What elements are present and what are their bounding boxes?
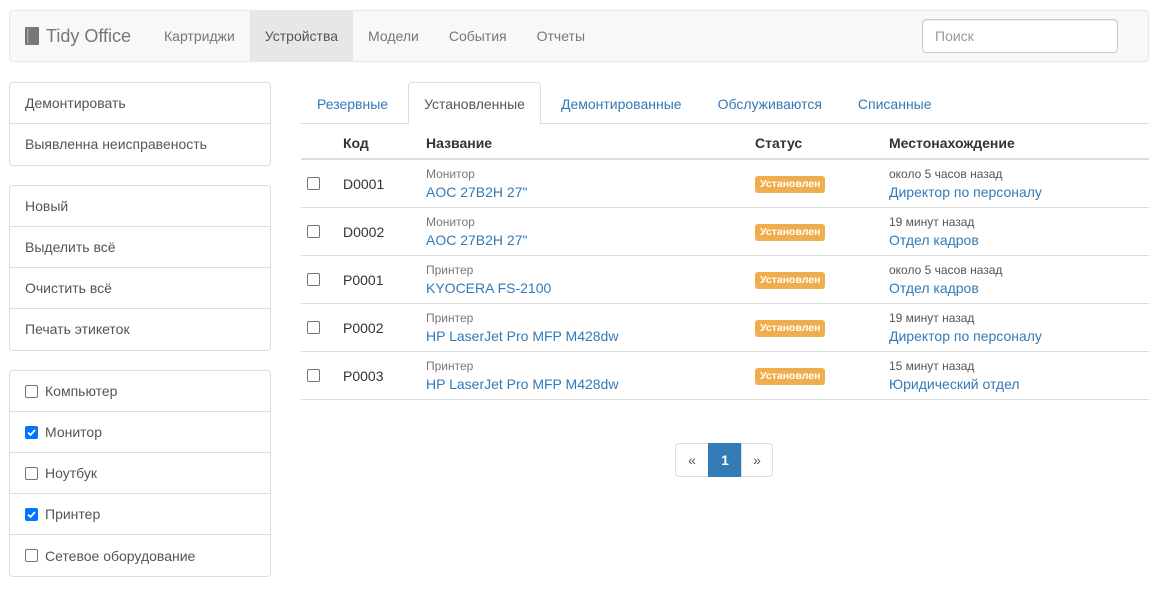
row-checkbox[interactable] bbox=[307, 177, 320, 190]
table-row: P0002 Принтер HP LaserJet Pro MFP M428dw Ус… bbox=[301, 304, 1149, 352]
filter-computer[interactable]: Компьютер bbox=[10, 371, 270, 412]
header-code: Код bbox=[343, 135, 369, 151]
device-code: P0001 bbox=[343, 272, 384, 288]
search-input[interactable] bbox=[922, 19, 1118, 53]
location-timestamp: 19 минут назад bbox=[889, 311, 975, 325]
table-header: Код Название Статус Местонахождение bbox=[301, 124, 1149, 160]
row-checkbox[interactable] bbox=[307, 225, 320, 238]
pagination: « 1 » bbox=[675, 443, 773, 477]
new-button[interactable]: Новый bbox=[10, 186, 270, 227]
location-link[interactable]: Отдел кадров bbox=[889, 232, 979, 248]
device-name-link[interactable]: KYOCERA FS-2100 bbox=[426, 280, 551, 296]
device-code: D0002 bbox=[343, 224, 385, 240]
device-type: Монитор bbox=[426, 167, 475, 181]
select-all-button[interactable]: Выделить всё bbox=[10, 227, 270, 268]
navbar: Tidy Office Картриджи Устройства Модели … bbox=[9, 10, 1149, 62]
filter-label: Принтер bbox=[45, 506, 101, 522]
check-icon bbox=[27, 428, 36, 436]
device-code: D0001 bbox=[343, 176, 385, 192]
status-badge: Установлен bbox=[755, 272, 826, 289]
location-timestamp: 19 минут назад bbox=[889, 215, 975, 229]
nav-item-reports[interactable]: Отчеты bbox=[522, 11, 600, 61]
nav-item-devices[interactable]: Устройства bbox=[249, 11, 354, 61]
nav-item-models[interactable]: Модели bbox=[353, 11, 434, 61]
table-row: P0001 Принтер KYOCERA FS-2100 Установлен око… bbox=[301, 256, 1149, 304]
device-code: P0003 bbox=[343, 368, 384, 384]
next-page-button[interactable]: » bbox=[741, 443, 773, 477]
filter-network[interactable]: Сетевое оборудование bbox=[10, 535, 270, 576]
location-link[interactable]: Директор по персоналу bbox=[889, 184, 1042, 200]
filter-label: Сетевое оборудование bbox=[45, 547, 196, 564]
clear-all-button[interactable]: Очистить всё bbox=[10, 268, 270, 309]
checkbox-checked[interactable] bbox=[25, 425, 38, 439]
commands-list: Новый Выделить всё Очистить всё Печать э… bbox=[9, 185, 271, 351]
nav-item-cartridges[interactable]: Картриджи bbox=[149, 11, 250, 61]
tab-reserve[interactable]: Резервные bbox=[301, 82, 404, 124]
location-timestamp: около 5 часов назад bbox=[889, 167, 1003, 181]
device-type: Принтер bbox=[426, 311, 474, 325]
checkbox[interactable] bbox=[25, 466, 38, 480]
device-name-link[interactable]: AOC 27B2H 27" bbox=[426, 232, 527, 248]
status-badge: Установлен bbox=[755, 224, 826, 241]
tab-dismantled[interactable]: Демонтированные bbox=[545, 82, 698, 124]
location-timestamp: около 5 часов назад bbox=[889, 263, 1003, 277]
brand[interactable]: Tidy Office bbox=[25, 11, 131, 61]
device-name-link[interactable]: HP LaserJet Pro MFP M428dw bbox=[426, 328, 618, 344]
filter-label: Монитор bbox=[45, 424, 102, 440]
location-link[interactable]: Директор по персоналу bbox=[889, 328, 1042, 344]
device-type: Монитор bbox=[426, 215, 475, 229]
table-row: P0003 Принтер HP LaserJet Pro MFP M428dw Ус… bbox=[301, 352, 1149, 400]
tab-serviced[interactable]: Обслуживаются bbox=[702, 82, 838, 124]
device-type: Принтер bbox=[426, 263, 474, 277]
tab-decommissioned[interactable]: Списанные bbox=[842, 82, 948, 124]
checkbox-checked[interactable] bbox=[25, 507, 38, 521]
header-status: Статус bbox=[755, 135, 803, 151]
location-timestamp: 15 минут назад bbox=[889, 359, 975, 373]
status-badge: Установлен bbox=[755, 320, 826, 337]
device-name-link[interactable]: HP LaserJet Pro MFP M428dw bbox=[426, 376, 618, 392]
filter-label: Ноутбук bbox=[45, 465, 97, 481]
checkbox[interactable] bbox=[25, 549, 38, 562]
book-icon bbox=[25, 27, 39, 45]
tab-installed[interactable]: Установленные bbox=[408, 82, 541, 125]
actions-list: Демонтировать Выявленна неисправеность bbox=[9, 82, 271, 166]
table-row: D0002 Монитор AOC 27B2H 27" Установлен 19 ми… bbox=[301, 208, 1149, 256]
filter-printer[interactable]: Принтер bbox=[10, 494, 270, 535]
prev-page-button[interactable]: « bbox=[675, 443, 709, 477]
nav-menu: Картриджи Устройства Модели События Отче… bbox=[149, 11, 600, 61]
header-name: Название bbox=[426, 135, 493, 151]
filter-monitor[interactable]: Монитор bbox=[10, 412, 270, 453]
filter-laptop[interactable]: Ноутбук bbox=[10, 453, 270, 494]
status-tabs: Резервные Установленные Демонтированные … bbox=[301, 82, 1149, 125]
location-link[interactable]: Юридический отдел bbox=[889, 376, 1020, 392]
header-location: Местонахождение bbox=[889, 135, 1015, 151]
page-1-button[interactable]: 1 bbox=[708, 443, 742, 477]
device-type: Принтер bbox=[426, 359, 474, 373]
row-checkbox[interactable] bbox=[307, 321, 320, 334]
status-badge: Установлен bbox=[755, 176, 826, 193]
status-badge: Установлен bbox=[755, 368, 826, 385]
brand-label: Tidy Office bbox=[46, 25, 132, 46]
nav-item-events[interactable]: События bbox=[434, 11, 522, 61]
device-name-link[interactable]: AOC 27B2H 27" bbox=[426, 184, 527, 200]
row-checkbox[interactable] bbox=[307, 273, 320, 286]
dismantle-button[interactable]: Демонтировать bbox=[10, 83, 270, 124]
check-icon bbox=[27, 510, 36, 518]
table-row: D0001 Монитор AOC 27B2H 27" Установлен около… bbox=[301, 160, 1149, 208]
print-labels-button[interactable]: Печать этикеток bbox=[10, 309, 270, 350]
checkbox[interactable] bbox=[25, 384, 38, 398]
report-fault-button[interactable]: Выявленна неисправеность bbox=[10, 124, 270, 165]
location-link[interactable]: Отдел кадров bbox=[889, 280, 979, 296]
device-code: P0002 bbox=[343, 320, 384, 336]
type-filter-list: Компьютер Монитор Ноутбук Принтер Сетево… bbox=[9, 370, 271, 577]
devices-table: Код Название Статус Местонахождение D000… bbox=[301, 124, 1149, 400]
filter-label: Компьютер bbox=[45, 383, 118, 399]
table-body: D0001 Монитор AOC 27B2H 27" Установлен около… bbox=[301, 160, 1149, 400]
row-checkbox[interactable] bbox=[307, 369, 320, 382]
